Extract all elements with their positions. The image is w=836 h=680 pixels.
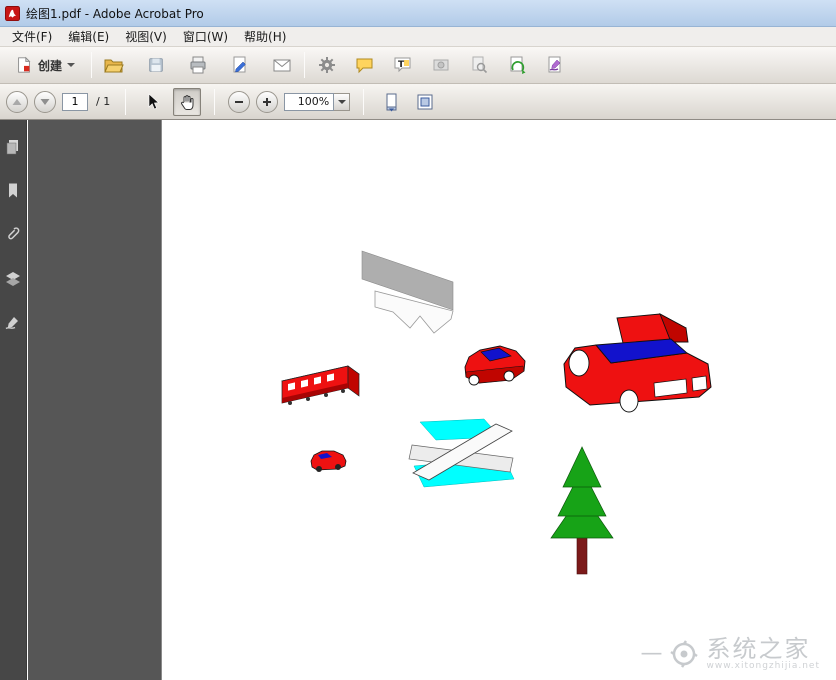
next-page-button[interactable] (34, 91, 56, 113)
menubar: 文件(F) 编辑(E) 视图(V) 窗口(W) 帮助(H) (0, 27, 836, 47)
print-icon (188, 55, 208, 75)
select-cursor-icon (145, 93, 161, 111)
text-callout-glyph: T (398, 60, 405, 70)
save-floppy-icon (147, 56, 165, 74)
bookmarks-icon (5, 182, 21, 200)
page-number-input[interactable] (62, 93, 88, 111)
search-page-icon (469, 55, 489, 75)
prev-page-icon (12, 98, 22, 106)
edit-button[interactable] (225, 50, 255, 80)
file-tools-group (99, 50, 297, 80)
toolbar-separator (214, 89, 215, 115)
zoom-level-value[interactable]: 100% (284, 93, 334, 111)
dropdown-arrow-icon (338, 99, 346, 105)
scroll-mode-button[interactable] (377, 88, 405, 116)
comment-button[interactable] (350, 50, 380, 80)
attachments-button[interactable] (1, 220, 25, 250)
chevron-down-icon (67, 62, 75, 68)
previous-page-button[interactable] (6, 91, 28, 113)
watermark-site-url: www.xitongzhijia.net (707, 662, 820, 672)
next-page-icon (40, 98, 50, 106)
select-tool-button[interactable] (139, 88, 167, 116)
small-car-clipart (465, 346, 525, 385)
window-title: 绘图1.pdf - Adobe Acrobat Pro (26, 5, 204, 22)
watermark-logo-icon (669, 639, 699, 669)
mini-car-clipart (311, 451, 346, 472)
text-annotation-button[interactable]: T (388, 50, 418, 80)
signatures-button[interactable] (1, 308, 25, 338)
navigation-panel (28, 120, 161, 680)
create-button[interactable]: 创建 (6, 52, 84, 78)
open-button[interactable] (99, 50, 129, 80)
snapshot-icon (431, 56, 451, 74)
watermark-dash-decoration: — (641, 641, 661, 666)
bridge-clipart (362, 251, 453, 333)
gear-icon (317, 55, 337, 75)
menu-edit[interactable]: 编辑(E) (60, 26, 117, 47)
watermark-site-name: 系统之家 (707, 636, 820, 662)
pdf-page-drawing (162, 120, 836, 680)
save-button[interactable] (141, 50, 171, 80)
open-folder-icon (104, 56, 124, 74)
create-button-label: 创建 (38, 57, 62, 74)
layers-icon (4, 270, 22, 288)
zoom-out-icon (234, 97, 244, 107)
email-envelope-icon (272, 56, 292, 74)
annotation-tools-group: T (312, 50, 570, 80)
pdf-page: — 系统之家 www.xitongzhijia.net (161, 120, 836, 680)
zoom-in-icon (262, 97, 272, 107)
signatures-icon (4, 314, 22, 332)
attachments-icon (4, 226, 22, 244)
signature-pen-icon (545, 55, 565, 75)
sign-button[interactable] (540, 50, 570, 80)
email-button[interactable] (267, 50, 297, 80)
fit-page-icon (416, 93, 434, 111)
page-thumbnails-icon (4, 138, 22, 156)
acrobat-logo-icon (5, 6, 20, 21)
menu-view[interactable]: 视图(V) (117, 26, 175, 47)
tools-button[interactable] (312, 50, 342, 80)
main-toolbar: 创建 (0, 47, 836, 84)
print-button[interactable] (183, 50, 213, 80)
zoom-control: 100% (284, 93, 350, 111)
text-callout-icon: T (393, 56, 413, 74)
titlebar: 绘图1.pdf - Adobe Acrobat Pro (0, 0, 836, 27)
page-thumbnails-button[interactable] (1, 132, 25, 162)
train-clipart (282, 366, 359, 405)
share-button[interactable] (502, 50, 532, 80)
menu-window[interactable]: 窗口(W) (175, 26, 236, 47)
large-car-clipart (564, 314, 711, 412)
create-page-icon (15, 56, 33, 74)
hand-tool-icon (178, 93, 196, 111)
navigation-toolbar: / 1 100% (0, 84, 836, 120)
fit-page-button[interactable] (411, 88, 439, 116)
layers-button[interactable] (1, 264, 25, 294)
toolbar-separator (304, 52, 305, 78)
search-button[interactable] (464, 50, 494, 80)
zoom-in-button[interactable] (256, 91, 278, 113)
menu-help[interactable]: 帮助(H) (236, 26, 294, 47)
toolbar-separator (91, 52, 92, 78)
watermark: — 系统之家 www.xitongzhijia.net (641, 636, 820, 672)
scroll-view-icon (382, 92, 400, 112)
hand-tool-button[interactable] (173, 88, 201, 116)
toolbar-separator (363, 89, 364, 115)
page-pen-icon (230, 55, 250, 75)
page-count-label: / 1 (94, 95, 112, 108)
zoom-dropdown-button[interactable] (334, 93, 350, 111)
snapshot-button[interactable] (426, 50, 456, 80)
pine-tree-clipart (551, 447, 613, 574)
zoom-out-button[interactable] (228, 91, 250, 113)
acrobat-window: 绘图1.pdf - Adobe Acrobat Pro 文件(F) 编辑(E) … (0, 0, 836, 680)
navigation-pane-strip (0, 120, 27, 680)
menu-file[interactable]: 文件(F) (4, 26, 60, 47)
road-crossing-clipart (409, 419, 514, 487)
comment-bubble-icon (355, 56, 375, 74)
toolbar-separator (125, 89, 126, 115)
share-green-arrow-icon (507, 55, 527, 75)
content-area: — 系统之家 www.xitongzhijia.net (0, 120, 836, 680)
bookmarks-button[interactable] (1, 176, 25, 206)
